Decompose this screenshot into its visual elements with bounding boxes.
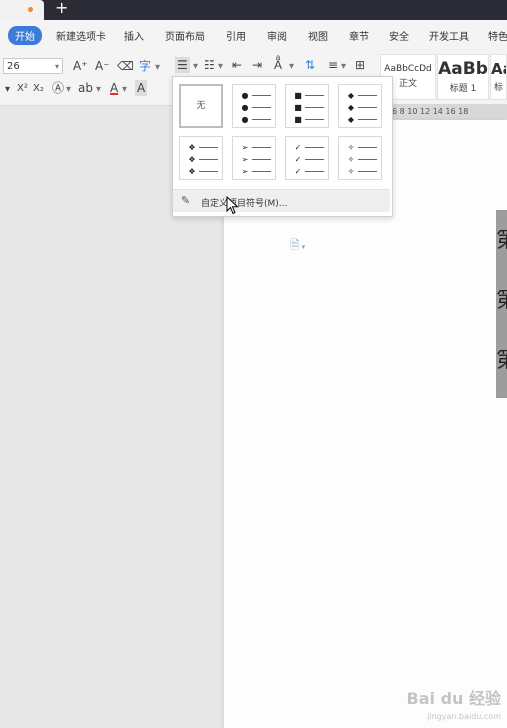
check-bullet-icon: ✓	[294, 143, 302, 152]
phonetic-guide-icon[interactable]: 字	[139, 58, 151, 74]
paste-options-icon[interactable]: 🗎 ▾	[290, 236, 305, 257]
custom-bullet-label: 自定义项目符号(M)...	[201, 199, 288, 209]
char-shading-button[interactable]: A	[135, 80, 148, 96]
bullet-option-circle[interactable]: ● ● ●	[232, 84, 276, 128]
four-diamond-bullet-icon: ❖	[188, 143, 196, 152]
grow-font-button[interactable]: A⁺	[73, 58, 88, 74]
increase-indent-icon[interactable]: ⇥	[252, 57, 262, 73]
menu-chapter[interactable]: 章节	[349, 28, 369, 43]
check-bullet-icon: ✓	[294, 155, 302, 164]
numbered-list-icon[interactable]: ☷	[204, 57, 215, 73]
style-sample: Aa	[491, 60, 506, 78]
bullet-option-star-diamond[interactable]: ✧ ✧ ✧	[338, 136, 382, 180]
chevron-down-icon[interactable]: ▾	[289, 59, 294, 75]
table-border-icon[interactable]: ⊞	[355, 57, 365, 73]
menu-home[interactable]: 开始	[8, 26, 42, 45]
document-text: 第	[496, 350, 507, 372]
menu-developer[interactable]: 开发工具	[429, 28, 469, 43]
font-size-select[interactable]: 26 ▾	[3, 58, 63, 74]
title-bar: +	[0, 0, 507, 20]
arrow-bullet-icon: ➢	[241, 143, 249, 152]
more-font-icon[interactable]: ▾	[5, 82, 10, 98]
line-spacing-icon[interactable]: ≡	[328, 57, 338, 73]
change-case-icon[interactable]: Aͣ	[274, 57, 282, 73]
style-sample: AaBb	[438, 59, 488, 79]
document-text: 第	[496, 230, 507, 252]
arrow-bullet-icon: ➢	[241, 167, 249, 176]
bullet-option-square[interactable]: ■ ■ ■	[285, 84, 329, 128]
square-bullet-icon: ■	[294, 91, 302, 100]
menu-page-layout[interactable]: 页面布局	[165, 28, 205, 43]
chevron-down-icon[interactable]: ▾	[66, 82, 71, 98]
superscript-button[interactable]: X²	[17, 81, 28, 97]
arrow-bullet-icon: ➢	[241, 155, 249, 164]
chevron-down-icon[interactable]: ▾	[155, 60, 160, 76]
bullet-list-icon[interactable]: ☰	[175, 57, 190, 73]
star-diamond-bullet-icon: ✧	[347, 143, 355, 152]
menu-bar: 开始 新建选项卡 插入 页面布局 引用 审阅 视图 章节 安全 开发工具 特色	[0, 20, 507, 50]
style-name: 标题 1	[449, 84, 477, 94]
bullet-option-check[interactable]: ✓ ✓ ✓	[285, 136, 329, 180]
highlight-icon[interactable]: ab	[78, 80, 93, 96]
font-size-value: 26	[7, 61, 20, 72]
four-diamond-bullet-icon: ❖	[188, 167, 196, 176]
circle-bullet-icon: ●	[241, 103, 249, 112]
chevron-down-icon[interactable]: ▾	[96, 82, 101, 98]
mouse-cursor-icon	[226, 196, 239, 215]
watermark-brand: Bai du 经验	[406, 689, 501, 708]
font-color-button[interactable]: A	[110, 80, 118, 96]
diamond-bullet-icon: ◆	[347, 103, 355, 112]
shrink-font-button[interactable]: A⁻	[95, 58, 110, 74]
pencil-icon: ✎	[181, 194, 191, 207]
sort-icon[interactable]: ⇅	[305, 57, 315, 73]
custom-bullet-menu-item[interactable]: ✎ 自定义项目符号(M)...	[173, 189, 390, 212]
chevron-down-icon[interactable]: ▾	[193, 59, 198, 75]
square-bullet-icon: ■	[294, 103, 302, 112]
square-bullet-icon: ■	[294, 115, 302, 124]
check-bullet-icon: ✓	[294, 167, 302, 176]
circle-bullet-icon: ●	[241, 115, 249, 124]
style-heading-2[interactable]: Aa 标	[490, 54, 507, 100]
eraser-icon[interactable]: ⌫	[117, 58, 134, 74]
watermark-url: jingyan.baidu.com	[427, 712, 501, 721]
subscript-button[interactable]: X₂	[33, 81, 44, 97]
style-sample: AaBbCcDd	[384, 64, 432, 74]
bullet-option-four-diamond[interactable]: ❖ ❖ ❖	[179, 136, 223, 180]
horizontal-ruler: 6 8 10 12 14 16 18	[380, 104, 507, 120]
chevron-down-icon: ▾	[54, 62, 59, 71]
circle-bullet-icon: ●	[241, 91, 249, 100]
document-text: 第	[496, 290, 507, 312]
style-heading-1[interactable]: AaBb 标题 1	[437, 54, 489, 100]
menu-review[interactable]: 审阅	[267, 28, 287, 43]
baidu-watermark: Bai du 经验 jingyan.baidu.com	[407, 690, 501, 726]
bullet-option-diamond[interactable]: ◆ ◆ ◆	[338, 84, 382, 128]
four-diamond-bullet-icon: ❖	[188, 155, 196, 164]
style-name: 标	[493, 83, 503, 93]
star-diamond-bullet-icon: ✧	[347, 167, 355, 176]
diamond-bullet-icon: ◆	[347, 91, 355, 100]
chevron-down-icon[interactable]: ▾	[341, 59, 346, 75]
chevron-down-icon[interactable]: ▾	[218, 59, 223, 75]
ruler-ticks: 6 8 10 12 14 16 18	[392, 107, 469, 116]
bullet-option-arrow[interactable]: ➢ ➢ ➢	[232, 136, 276, 180]
bullet-list-dropdown: 无 ● ● ● ■ ■ ■ ◆ ◆ ◆ ❖ ❖ ❖ ➢ ➢ ➢ ✓ ✓ ✓ ✧ …	[172, 76, 393, 217]
menu-security[interactable]: 安全	[389, 28, 409, 43]
menu-featured[interactable]: 特色	[488, 28, 507, 43]
menu-view[interactable]: 视图	[308, 28, 328, 43]
menu-new-tab[interactable]: 新建选项卡	[56, 28, 106, 43]
star-diamond-bullet-icon: ✧	[347, 155, 355, 164]
text-effect-icon[interactable]: Ⓐ	[52, 80, 64, 96]
bullet-none-label: 无	[196, 101, 206, 111]
bullet-option-none[interactable]: 无	[179, 84, 223, 128]
new-tab-plus-icon[interactable]: +	[55, 0, 68, 17]
decrease-indent-icon[interactable]: ⇤	[232, 57, 242, 73]
unsaved-dot-icon	[28, 7, 33, 12]
menu-insert[interactable]: 插入	[124, 28, 144, 43]
menu-references[interactable]: 引用	[226, 28, 246, 43]
chevron-down-icon[interactable]: ▾	[122, 82, 127, 98]
diamond-bullet-icon: ◆	[347, 115, 355, 124]
document-tab[interactable]	[0, 0, 44, 20]
